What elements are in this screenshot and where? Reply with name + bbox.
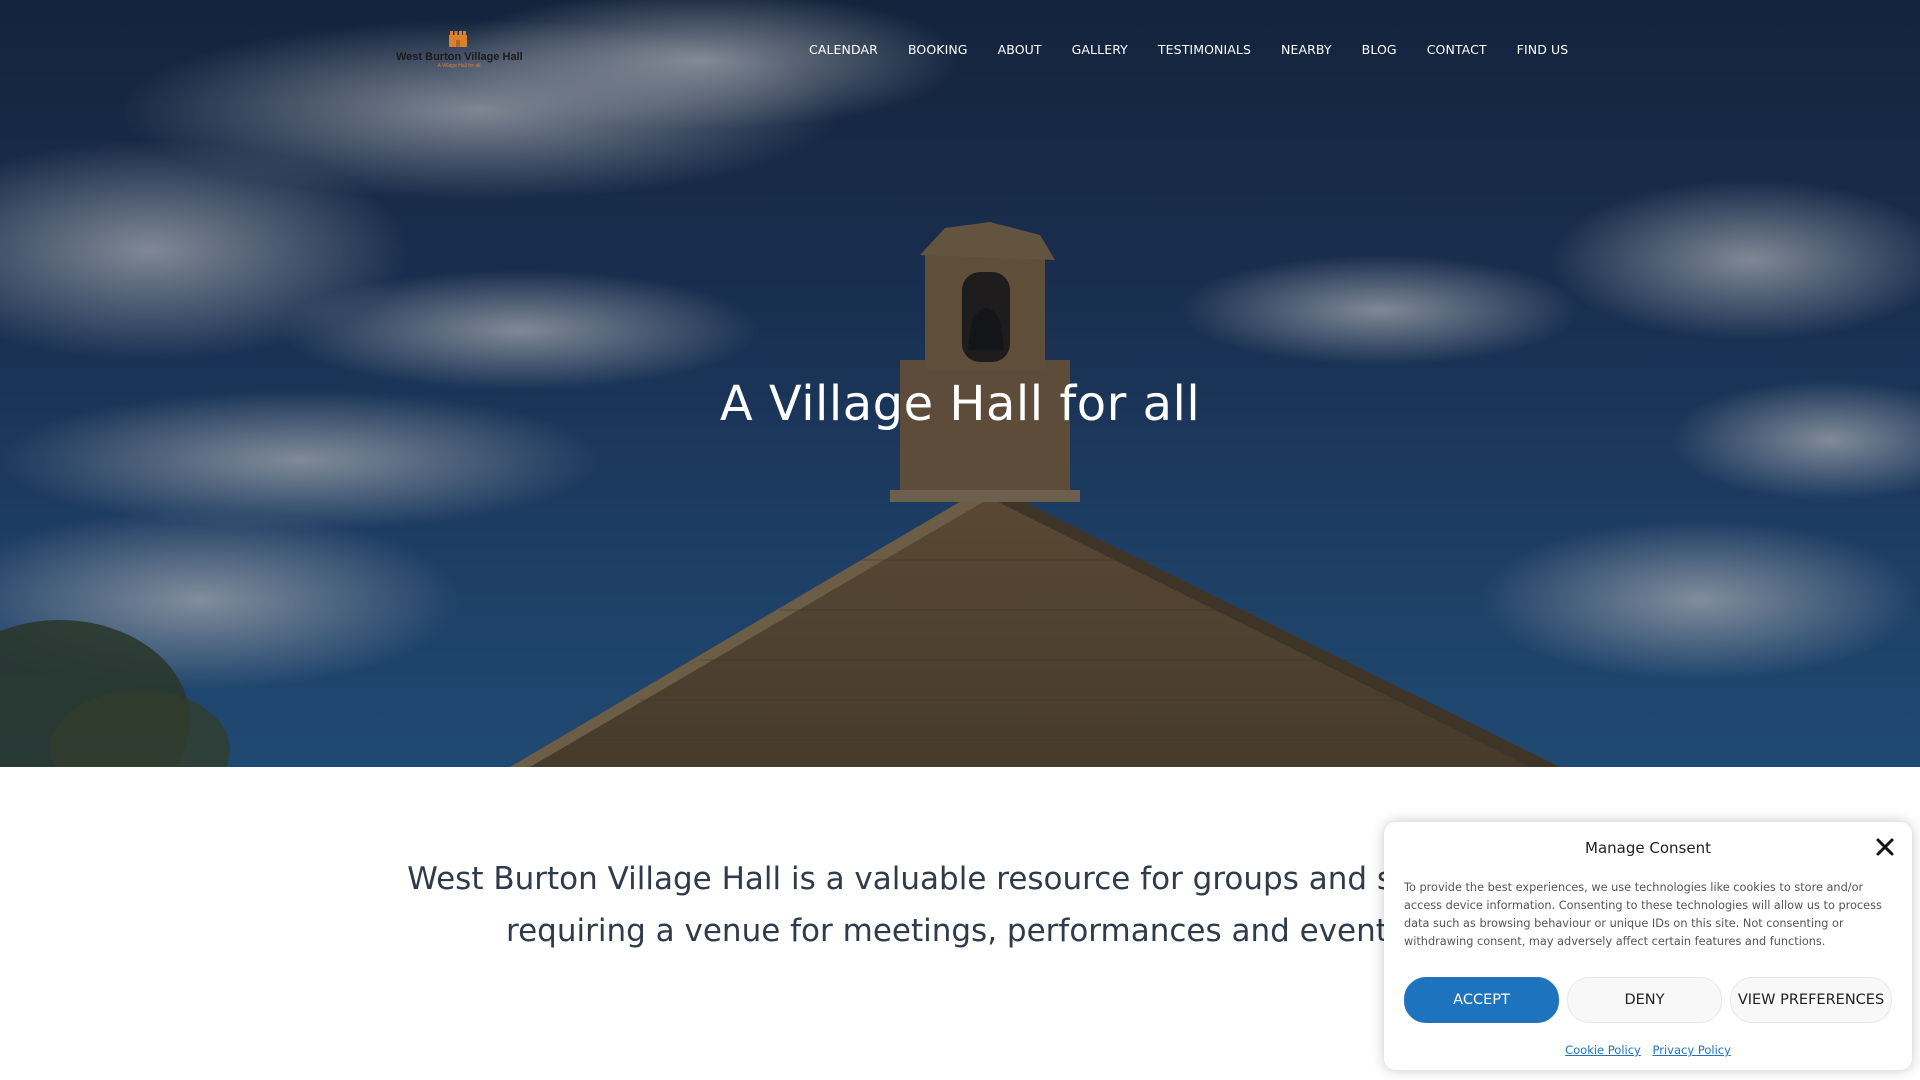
view-preferences-button[interactable]: VIEW PREFERENCES	[1730, 977, 1892, 1023]
hero-banner: West Burton Village Hall A Village Hall …	[0, 0, 1920, 767]
deny-button[interactable]: DENY	[1567, 977, 1722, 1023]
nav-testimonials[interactable]: TESTIMONIALS	[1158, 42, 1251, 57]
intro-line-1: West Burton Village Hall is a valuable r…	[407, 861, 1513, 897]
consent-body-text: To provide the best experiences, we use …	[1404, 881, 1882, 948]
nav-contact[interactable]: CONTACT	[1427, 42, 1487, 57]
site-logo[interactable]: West Burton Village Hall A Village Hall …	[396, 30, 523, 72]
main-navigation: CALENDAR BOOKING ABOUT GALLERY TESTIMONI…	[809, 42, 1598, 57]
nav-booking[interactable]: BOOKING	[908, 42, 968, 57]
nav-calendar[interactable]: CALENDAR	[809, 42, 878, 57]
accept-button[interactable]: ACCEPT	[1404, 977, 1559, 1023]
nav-about[interactable]: ABOUT	[998, 42, 1042, 57]
close-icon[interactable]	[1874, 836, 1896, 858]
intro-text: West Burton Village Hall is a valuable r…	[400, 853, 1520, 957]
consent-title: Manage Consent	[1585, 839, 1711, 857]
cookie-consent-dialog: Manage Consent To provide the best exper…	[1384, 822, 1912, 1070]
logo-tagline: A Village Hall for all	[437, 63, 481, 69]
nav-gallery[interactable]: GALLERY	[1072, 42, 1128, 57]
consent-policy-links: Cookie Policy Privacy Policy	[1384, 1043, 1912, 1057]
privacy-policy-link[interactable]: Privacy Policy	[1653, 1043, 1731, 1057]
cookie-policy-link[interactable]: Cookie Policy	[1565, 1043, 1641, 1057]
intro-line-2: requiring a venue for meetings, performa…	[506, 913, 1414, 949]
logo-name: West Burton Village Hall	[396, 51, 523, 63]
nav-find-us[interactable]: FIND US	[1517, 42, 1569, 57]
hero-title: A Village Hall for all	[719, 376, 1201, 432]
nav-blog[interactable]: BLOG	[1362, 42, 1397, 57]
hall-building-icon	[449, 31, 467, 47]
nav-nearby[interactable]: NEARBY	[1281, 42, 1332, 57]
